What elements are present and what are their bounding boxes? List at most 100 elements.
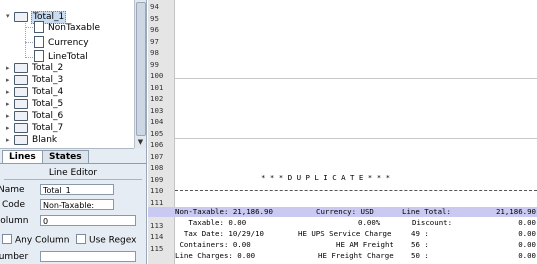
expand-toggle-icon[interactable]: ▸: [6, 123, 14, 134]
tree-item-label: Blank: [32, 135, 58, 145]
tree-item-total-5[interactable]: ▸ Total_5: [6, 98, 64, 110]
grid-line: [175, 78, 537, 79]
report-cell: Discount:: [412, 218, 453, 227]
report-cell: 0.00: [518, 229, 536, 238]
report-cell: Non-Taxable: 21,186.90: [175, 207, 273, 216]
checkbox-icon[interactable]: [2, 234, 12, 244]
left-panel: ▾ Total_1 NonTaxable Currency LineTotal …: [0, 0, 147, 264]
folder-icon: [14, 134, 28, 145]
line-number-gutter: 94 95 96 97 98 99 100 101 102 103 104 105 106 107 108 1…: [148, 0, 175, 264]
line-number: 114: [150, 232, 164, 241]
line-number: 98: [150, 48, 159, 57]
line-number: 95: [150, 13, 159, 23]
tree-item-total-3[interactable]: ▸ Total_3: [6, 74, 64, 86]
dashed-separator: [175, 190, 537, 191]
report-cell: 0.00: [518, 218, 536, 227]
use-regex-checkbox[interactable]: Use Regex: [76, 234, 137, 246]
document-icon: [34, 50, 44, 62]
document-icon: [34, 36, 44, 48]
code-label: Code: [2, 200, 26, 210]
folder-icon: [14, 74, 28, 85]
tree-scrollbar[interactable]: ▼: [134, 0, 146, 148]
tab-states[interactable]: States: [42, 150, 89, 163]
column-field[interactable]: 0: [40, 215, 136, 226]
divider: [4, 179, 142, 180]
tree-item-total-4[interactable]: ▸ Total_4: [6, 86, 64, 98]
tree-item-label: Total_4: [32, 87, 64, 97]
line-number: 101: [150, 82, 164, 92]
expand-toggle-icon[interactable]: ▸: [6, 87, 14, 98]
scrollbar-thumb[interactable]: [136, 2, 146, 136]
report-cell: 21,186.90: [495, 207, 536, 216]
checkbox-icon[interactable]: [76, 234, 86, 244]
report-cell: 56 :: [411, 240, 429, 249]
line-number: 107: [150, 151, 164, 161]
line-number: 97: [150, 36, 159, 46]
name-field[interactable]: Total_1: [40, 184, 114, 195]
tree-item-label: LineTotal: [48, 51, 88, 62]
line-number: 99: [150, 59, 159, 69]
tree-connector: [25, 42, 33, 43]
collapse-toggle-icon[interactable]: ▾: [6, 11, 14, 22]
tree-item-total-6[interactable]: ▸ Total_6: [6, 110, 64, 122]
number-field[interactable]: [40, 251, 136, 262]
line-number: 108: [150, 163, 164, 172]
line-number: 102: [150, 94, 164, 103]
tree-item-label: Total_2: [32, 63, 64, 73]
name-label: Name: [0, 185, 25, 195]
report-cell: 0.00: [518, 251, 536, 260]
report-cell: HE UPS Service Charge: [298, 229, 392, 238]
tree-item-label: Total_5: [32, 99, 64, 109]
report-cell: Line Total:: [402, 207, 451, 216]
expand-toggle-icon[interactable]: ▸: [6, 75, 14, 86]
report-cell: Taxable: 0.00: [175, 218, 247, 227]
grid-line: [175, 138, 537, 139]
report-cell: HE AM Freight: [336, 240, 394, 249]
report-tree[interactable]: ▾ Total_1 NonTaxable Currency LineTotal …: [0, 0, 134, 149]
line-number: 100: [150, 71, 164, 80]
tree-item-label: Total_3: [32, 75, 64, 85]
line-number: 113: [150, 220, 164, 230]
tree-item-blank[interactable]: ▸ Blank: [6, 134, 58, 146]
code-field[interactable]: Non-Taxable:: [40, 199, 114, 210]
folder-icon: [14, 98, 28, 109]
tree-item-total-2[interactable]: ▸ Total_2: [6, 62, 64, 74]
folder-icon: [14, 122, 28, 133]
tree-connector: [25, 16, 26, 58]
line-editor-title: Line Editor: [48, 168, 98, 178]
expand-toggle-icon[interactable]: ▸: [6, 99, 14, 110]
tree-item-currency[interactable]: Currency: [34, 36, 90, 48]
line-number: 96: [150, 25, 159, 34]
report-cell: Containers: 0.00: [175, 240, 251, 249]
any-column-label: Any Column: [15, 235, 70, 246]
scroll-down-arrow-icon[interactable]: ▼: [136, 138, 145, 147]
report-preview[interactable]: 94 95 96 97 98 99 100 101 102 103 104 105 106 107 108 1…: [148, 0, 537, 264]
column-label: Column: [0, 216, 29, 226]
folder-icon: [14, 62, 28, 73]
line-number: 103: [150, 105, 164, 115]
tree-connector: [25, 57, 33, 58]
line-editor-panel: Line Editor Name Total_1 Code Non-Taxabl…: [0, 165, 146, 264]
tree-item-nontaxable[interactable]: NonTaxable: [34, 21, 101, 33]
tree-item-total-7[interactable]: ▸ Total_7: [6, 122, 64, 134]
report-cell: Line Charges: 0.00: [175, 251, 256, 260]
expand-toggle-icon[interactable]: ▸: [6, 135, 14, 146]
report-cell: Tax Date: 10/29/10: [175, 229, 264, 238]
tab-lines[interactable]: Lines: [2, 150, 43, 163]
tree-item-linetotal[interactable]: LineTotal: [34, 50, 89, 62]
tree-item-label: Currency: [48, 37, 89, 48]
expand-toggle-icon[interactable]: ▸: [6, 111, 14, 122]
use-regex-label: Use Regex: [89, 235, 137, 246]
tree-item-label: Total_7: [32, 123, 64, 133]
report-cell: HE Freight Charge: [318, 251, 394, 260]
report-cell: 0.00%: [358, 218, 381, 227]
number-label: Number: [0, 252, 29, 262]
report-cell: 50 :: [411, 251, 429, 260]
tree-item-label: Total_6: [32, 111, 64, 121]
line-number: 105: [150, 128, 164, 138]
tree-item-label: NonTaxable: [48, 22, 101, 33]
report-cell: 49 :: [411, 229, 429, 238]
any-column-checkbox[interactable]: Any Column: [2, 234, 70, 246]
report-cell: 0.00: [518, 240, 536, 249]
expand-toggle-icon[interactable]: ▸: [6, 63, 14, 74]
